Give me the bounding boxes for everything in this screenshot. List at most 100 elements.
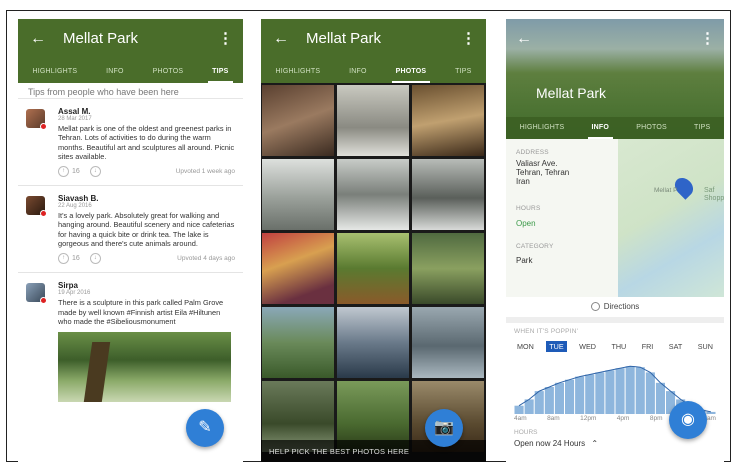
popularity-bar (575, 376, 585, 414)
tip-votes: ↑ 16 ↓ Upvoted 4 days ago (58, 253, 235, 265)
upvote-icon[interactable]: ↑ (58, 166, 69, 178)
overflow-menu-icon[interactable]: ⋮ (461, 29, 476, 47)
photo-thumbnail[interactable] (337, 159, 409, 230)
map-label: Mellat P (654, 187, 678, 194)
day-fri[interactable]: FRI (639, 341, 657, 352)
photo-thumbnail[interactable] (412, 307, 484, 378)
day-thu[interactable]: THU (608, 341, 629, 352)
photo-grid (261, 83, 486, 452)
tab-info[interactable]: INFO (345, 61, 371, 83)
popularity-bar (514, 405, 524, 414)
map-label-shopping: Saf Shopping (704, 187, 724, 202)
tips-screen: ← Mellat Park ⋮ HIGHLIGHTS INFO PHOTOS T… (18, 19, 243, 462)
upvote-count: 16 (72, 255, 80, 263)
tab-highlights[interactable]: HIGHLIGHTS (28, 61, 81, 83)
tab-photos[interactable]: PHOTOS (149, 61, 188, 83)
back-arrow-icon[interactable]: ← (273, 30, 289, 48)
hours-value[interactable]: Open (516, 219, 536, 229)
tips-hint: Tips from people who have been here (18, 83, 243, 99)
day-sun[interactable]: SUN (695, 341, 716, 352)
tab-tips[interactable]: TIPS (690, 117, 714, 139)
upvote-icon[interactable]: ↑ (58, 253, 69, 265)
popularity-bar (544, 387, 554, 414)
tip-author[interactable]: Assal M. (58, 107, 235, 116)
hour-tick: 12pm (580, 415, 597, 422)
tab-photos[interactable]: PHOTOS (391, 61, 431, 83)
back-arrow-icon[interactable]: ← (516, 30, 532, 48)
downvote-icon[interactable]: ↓ (89, 253, 101, 265)
overflow-menu-icon[interactable]: ⋮ (700, 29, 715, 47)
photo-thumbnail[interactable] (262, 307, 334, 378)
tip-date: 19 Apr 2016 (58, 290, 91, 297)
hour-tick: 4pm (616, 415, 630, 422)
tip-text: It's a lovely park. Absolutely great for… (58, 211, 235, 249)
back-arrow-icon[interactable]: ← (30, 30, 46, 48)
tip-date: 28 Mar 2017 (58, 116, 92, 122)
photo-thumbnail[interactable] (262, 233, 334, 304)
tip-item: Sirpa 19 Apr 2016 There is a sculpture i… (18, 273, 243, 406)
tip-date: 22 Aug 2016 (58, 203, 92, 210)
upvote-count: 16 (72, 168, 80, 176)
tab-info[interactable]: INFO (102, 61, 128, 83)
overflow-menu-icon[interactable]: ⋮ (218, 29, 233, 47)
page-title: Mellat Park (306, 30, 382, 47)
directions-button[interactable]: Directions (506, 297, 724, 323)
photo-thumbnail[interactable] (412, 233, 484, 304)
tab-bar: HIGHLIGHTS INFO PHOTOS TIPS (506, 117, 724, 139)
popularity-bar (554, 382, 564, 414)
day-sat[interactable]: SAT (666, 341, 685, 352)
tip-photo[interactable] (58, 332, 231, 403)
popularity-bar (625, 366, 635, 414)
popularity-bar (635, 367, 645, 414)
popularity-bar (534, 391, 544, 414)
tab-info[interactable]: INFO (587, 117, 614, 139)
tab-highlights[interactable]: HIGHLIGHTS (271, 61, 324, 83)
hour-tick: 8pm (649, 415, 663, 422)
chevron-up-icon[interactable]: ⌃ (591, 439, 598, 448)
tab-tips[interactable]: TIPS (451, 61, 475, 83)
heart-icon (40, 123, 47, 130)
app-bar: ← Mellat Park ⋮ (261, 19, 486, 61)
tip-text: Mellat park is one of the oldest and gre… (58, 124, 235, 161)
tab-highlights[interactable]: HIGHLIGHTS (516, 117, 569, 139)
tip-text: There is a sculpture in this park called… (58, 298, 224, 326)
tip-author[interactable]: Sirpa (58, 281, 235, 290)
popularity-bar (605, 370, 615, 414)
check-in-icon[interactable]: ◉ (669, 401, 707, 439)
hours-label: HOURS (516, 205, 541, 212)
photo-thumbnail[interactable] (412, 159, 484, 230)
info-panel: Mellat P Saf Shopping ADDRESS Valiasr Av… (506, 139, 724, 297)
popularity-bar (706, 411, 716, 414)
open-hours: 24 Hours (552, 439, 586, 448)
tip-item: Assal M. 28 Mar 2017 Mellat park is one … (18, 99, 243, 187)
app-bar: ← Mellat Park ⋮ (18, 19, 243, 61)
tab-photos[interactable]: PHOTOS (632, 117, 671, 139)
photo-thumbnail[interactable] (337, 85, 409, 156)
photo-thumbnail[interactable] (337, 307, 409, 378)
heart-icon (40, 297, 47, 305)
upvoted-time: Upvoted 1 week ago (175, 168, 235, 176)
photo-thumbnail[interactable] (262, 159, 334, 230)
popping-label: WHEN IT'S POPPIN' (514, 328, 579, 335)
day-tue[interactable]: TUE (546, 341, 567, 352)
open-now: Open now (514, 439, 551, 448)
tab-bar: HIGHLIGHTS INFO PHOTOS TIPS (261, 61, 486, 83)
photo-thumbnail[interactable] (262, 85, 334, 156)
add-photo-icon[interactable]: 📷 (425, 409, 463, 447)
add-tip-icon[interactable]: ✎ (186, 409, 224, 447)
map-view[interactable] (618, 139, 724, 297)
directions-label: Directions (603, 302, 640, 311)
photo-thumbnail[interactable] (337, 233, 409, 304)
category-value: Park (516, 256, 533, 265)
photo-thumbnail[interactable] (412, 85, 484, 156)
popularity-bar (595, 372, 605, 414)
day-mon[interactable]: MON (514, 341, 537, 352)
category-label: CATEGORY (516, 243, 554, 250)
hero-header: ← ⋮ Mellat Park HIGHLIGHTS INFO PHOTOS T… (506, 19, 724, 139)
popularity-bar (615, 368, 625, 414)
tab-tips[interactable]: TIPS (208, 61, 233, 83)
downvote-icon[interactable]: ↓ (89, 166, 101, 178)
hours-summary[interactable]: Open now 24 Hours ⌃ (514, 439, 716, 448)
day-wed[interactable]: WED (576, 341, 599, 352)
tip-author[interactable]: Siavash B. (58, 194, 235, 203)
